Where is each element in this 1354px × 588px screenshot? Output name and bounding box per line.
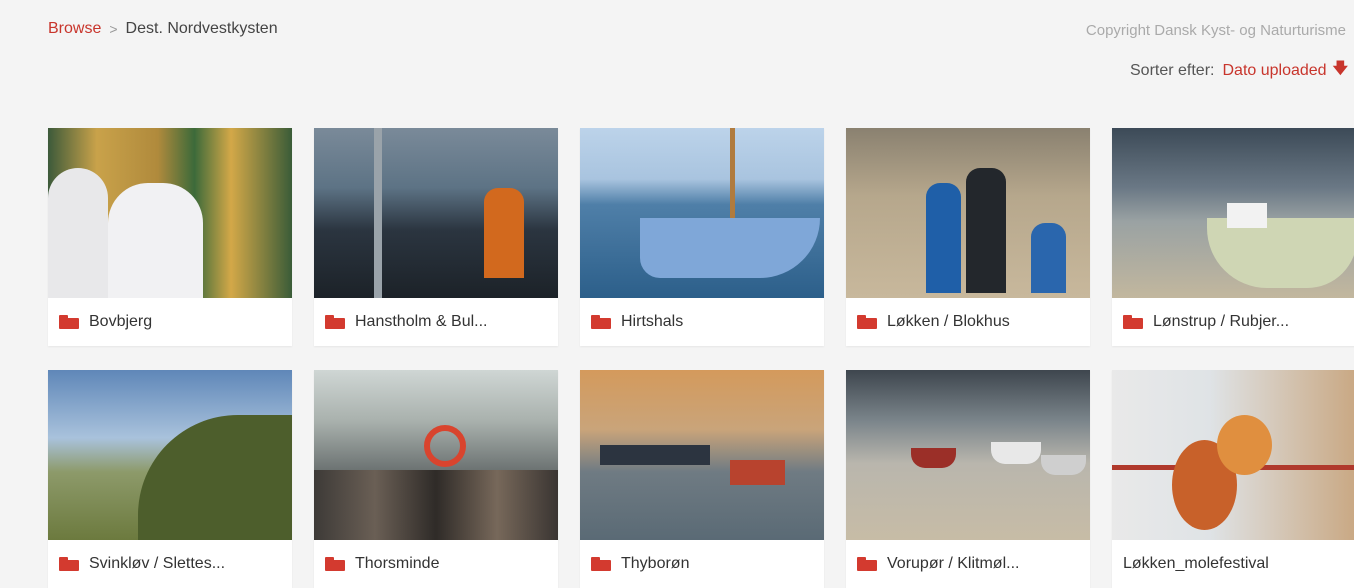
folder-icon <box>325 315 345 329</box>
card-title: Svinkløv / Slettes... <box>89 555 226 572</box>
gallery-card[interactable]: Hirtshals <box>580 128 824 346</box>
gallery-card[interactable]: Vorupør / Klitmøl... <box>846 370 1090 588</box>
gallery-card[interactable]: Bovbjerg <box>48 128 292 346</box>
breadcrumb-current: Dest. Nordvestkysten <box>125 20 278 37</box>
thumbnail-image <box>314 128 558 298</box>
card-caption: Svinkløv / Slettes... <box>48 540 292 588</box>
card-title: Løkken_molefestival <box>1123 555 1269 572</box>
folder-icon <box>59 557 79 571</box>
folder-icon <box>857 315 877 329</box>
thumbnail-image <box>48 128 292 298</box>
card-caption: Vorupør / Klitmøl... <box>846 540 1090 588</box>
gallery-card[interactable]: Løkken_molefestival <box>1112 370 1354 588</box>
gallery-card[interactable]: Thyborøn <box>580 370 824 588</box>
folder-icon <box>591 557 611 571</box>
copyright-text: Copyright Dansk Kyst- og Naturturisme <box>1085 22 1346 39</box>
card-title: Løkken / Blokhus <box>887 313 1010 330</box>
card-title: Hanstholm & Bul... <box>355 313 488 330</box>
thumbnail-image <box>846 370 1090 540</box>
card-title: Lønstrup / Rubjer... <box>1153 313 1290 330</box>
breadcrumb: Browse > Dest. Nordvestkysten <box>48 20 278 38</box>
card-caption: Løkken / Blokhus <box>846 298 1090 346</box>
thumbnail-image <box>580 370 824 540</box>
folder-icon <box>1123 315 1143 329</box>
card-title: Vorupør / Klitmøl... <box>887 555 1020 572</box>
folder-icon <box>325 557 345 571</box>
thumbnail-image <box>1112 370 1354 540</box>
sort-value: Dato uploaded <box>1222 61 1327 79</box>
card-caption: Bovbjerg <box>48 298 292 346</box>
folder-icon <box>857 557 877 571</box>
sort-control: Sorter efter: Dato uploaded 🡇 <box>1130 58 1348 83</box>
card-title: Bovbjerg <box>89 313 153 330</box>
card-caption: Løkken_molefestival <box>1112 540 1354 588</box>
gallery-card[interactable]: Løkken / Blokhus <box>846 128 1090 346</box>
gallery-card[interactable]: Lønstrup / Rubjer... <box>1112 128 1354 346</box>
card-caption: Thorsminde <box>314 540 558 588</box>
card-title: Hirtshals <box>621 313 684 330</box>
thumbnail-image <box>314 370 558 540</box>
card-title: Thyborøn <box>621 555 690 572</box>
arrow-down-icon: 🡇 <box>1332 60 1348 77</box>
thumbnail-image <box>48 370 292 540</box>
breadcrumb-separator: > <box>109 21 118 37</box>
card-title: Thorsminde <box>355 555 440 572</box>
gallery-card[interactable]: Svinkløv / Slettes... <box>48 370 292 588</box>
card-caption: Lønstrup / Rubjer... <box>1112 298 1354 346</box>
card-caption: Hanstholm & Bul... <box>314 298 558 346</box>
thumbnail-image <box>1112 128 1354 298</box>
folder-icon <box>59 315 79 329</box>
card-caption: Hirtshals <box>580 298 824 346</box>
thumbnail-image <box>580 128 824 298</box>
gallery-card[interactable]: Thorsminde <box>314 370 558 588</box>
sort-label: Sorter efter: <box>1130 61 1215 79</box>
breadcrumb-browse-link[interactable]: Browse <box>48 20 101 38</box>
page: Browse > Dest. Nordvestkysten Copyright … <box>0 0 1354 588</box>
thumbnail-image <box>846 128 1090 298</box>
gallery-card[interactable]: Hanstholm & Bul... <box>314 128 558 346</box>
gallery-grid: Bovbjerg Hanstholm & Bul... Hirtshals Lø… <box>48 128 1354 588</box>
sort-dropdown[interactable]: Dato uploaded 🡇 <box>1222 58 1348 83</box>
card-caption: Thyborøn <box>580 540 824 588</box>
folder-icon <box>591 315 611 329</box>
